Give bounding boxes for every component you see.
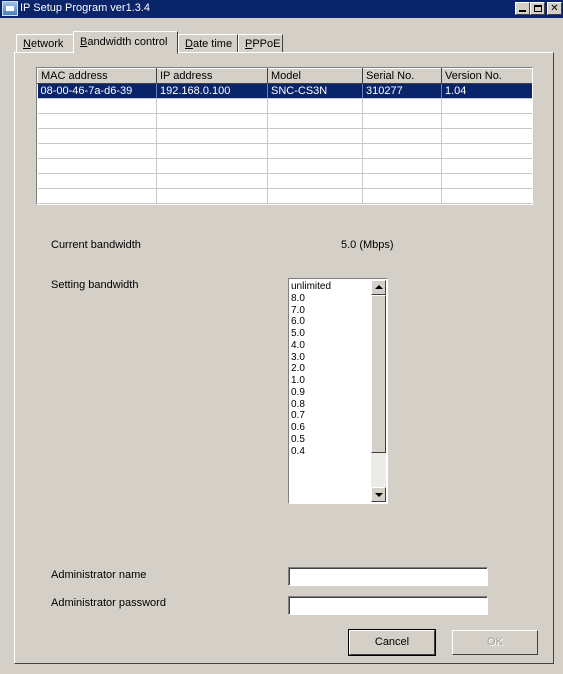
- cell-mac: 08-00-46-7a-d6-39: [37, 83, 157, 99]
- bandwidth-option[interactable]: unlimited: [290, 281, 370, 293]
- empty-row: [37, 173, 532, 189]
- bandwidth-options: unlimited 8.0 7.0 6.0 5.0 4.0 3.0 2.0 1.0 0.9 0.8 0…: [290, 281, 370, 457]
- bandwidth-option[interactable]: 0.8: [290, 399, 370, 411]
- bandwidth-option[interactable]: 2.0: [290, 363, 370, 375]
- ip-setup-window: IP Setup Program ver1.3.4 ✕ Network Band…: [0, 0, 563, 674]
- bandwidth-option[interactable]: 0.7: [290, 410, 370, 422]
- device-list[interactable]: MAC address IP address Model Serial No. …: [36, 67, 533, 205]
- network-setup-icon: [2, 1, 18, 16]
- window-title: IP Setup Program ver1.3.4: [20, 2, 151, 14]
- administrator-password-label: Administrator password: [51, 597, 166, 609]
- bandwidth-option[interactable]: 6.0: [290, 316, 370, 328]
- bandwidth-option[interactable]: 5.0: [290, 328, 370, 340]
- close-button[interactable]: ✕: [547, 2, 562, 15]
- ok-button[interactable]: OK: [452, 630, 538, 655]
- cell-serial: 310277: [362, 83, 442, 99]
- empty-row: [37, 158, 532, 174]
- tab-network-accel: N: [23, 38, 31, 50]
- empty-row: [37, 128, 532, 144]
- tab-date-label: ate time: [192, 38, 233, 50]
- bandwidth-option[interactable]: 8.0: [290, 293, 370, 305]
- bandwidth-option[interactable]: 4.0: [290, 340, 370, 352]
- empty-row: [37, 188, 532, 204]
- bandwidth-control-panel: MAC address IP address Model Serial No. …: [14, 52, 554, 664]
- scroll-thumb[interactable]: [371, 295, 386, 453]
- column-header-ip[interactable]: IP address: [156, 68, 268, 84]
- bandwidth-scrollbar[interactable]: [371, 280, 386, 502]
- arrow-up-icon: [375, 285, 383, 289]
- device-table: MAC address IP address Model Serial No. …: [37, 68, 532, 204]
- setting-bandwidth-list[interactable]: unlimited 8.0 7.0 6.0 5.0 4.0 3.0 2.0 1.0 0.9 0.8 0…: [288, 278, 388, 504]
- tab-pppoe-label: PPoE: [252, 38, 281, 50]
- close-icon: ✕: [550, 3, 559, 14]
- column-header-model[interactable]: Model: [267, 68, 363, 84]
- tab-bandwidth-label: andwidth control: [87, 36, 168, 48]
- bandwidth-option[interactable]: 0.9: [290, 387, 370, 399]
- column-header-mac[interactable]: MAC address: [37, 68, 157, 84]
- arrow-down-icon: [375, 493, 383, 497]
- column-header-serial[interactable]: Serial No.: [362, 68, 442, 84]
- cell-ip: 192.168.0.100: [156, 83, 268, 99]
- minimize-icon: [519, 10, 526, 12]
- bandwidth-option[interactable]: 7.0: [290, 305, 370, 317]
- device-table-header: MAC address IP address Model Serial No. …: [37, 68, 532, 84]
- bandwidth-option[interactable]: 0.4: [290, 446, 370, 458]
- setting-bandwidth-label: Setting bandwidth: [51, 279, 139, 291]
- scroll-up-button[interactable]: [371, 280, 386, 295]
- current-bandwidth-value: 5.0 (Mbps): [341, 239, 394, 251]
- empty-row: [37, 98, 532, 114]
- administrator-name-label: Administrator name: [51, 569, 147, 581]
- maximize-button[interactable]: [530, 2, 545, 15]
- table-row[interactable]: 08-00-46-7a-d6-39 192.168.0.100 SNC-CS3N…: [37, 83, 532, 99]
- bandwidth-option[interactable]: 3.0: [290, 352, 370, 364]
- minimize-button[interactable]: [515, 2, 530, 15]
- tab-date-accel: D: [185, 38, 193, 50]
- tab-date-time[interactable]: Date time: [178, 34, 238, 53]
- column-header-version[interactable]: Version No.: [441, 68, 532, 84]
- bandwidth-option[interactable]: 0.6: [290, 422, 370, 434]
- tab-network[interactable]: Network: [16, 34, 75, 53]
- tab-bandwidth-control[interactable]: Bandwidth control: [73, 31, 178, 54]
- empty-row: [37, 143, 532, 159]
- administrator-name-field[interactable]: [288, 567, 488, 586]
- cell-version: 1.04: [441, 83, 532, 99]
- tab-pppoe[interactable]: PPPoE: [238, 34, 283, 53]
- bandwidth-option[interactable]: 1.0: [290, 375, 370, 387]
- cancel-button[interactable]: Cancel: [348, 629, 436, 656]
- maximize-icon: [534, 5, 542, 12]
- bandwidth-option[interactable]: 0.5: [290, 434, 370, 446]
- empty-row: [37, 113, 532, 129]
- current-bandwidth-label: Current bandwidth: [51, 239, 141, 251]
- administrator-password-field[interactable]: [288, 596, 488, 615]
- scroll-down-button[interactable]: [371, 487, 386, 502]
- title-bar[interactable]: IP Setup Program ver1.3.4 ✕: [0, 0, 563, 18]
- tab-network-label: etwork: [30, 38, 64, 50]
- cell-model: SNC-CS3N: [267, 83, 363, 99]
